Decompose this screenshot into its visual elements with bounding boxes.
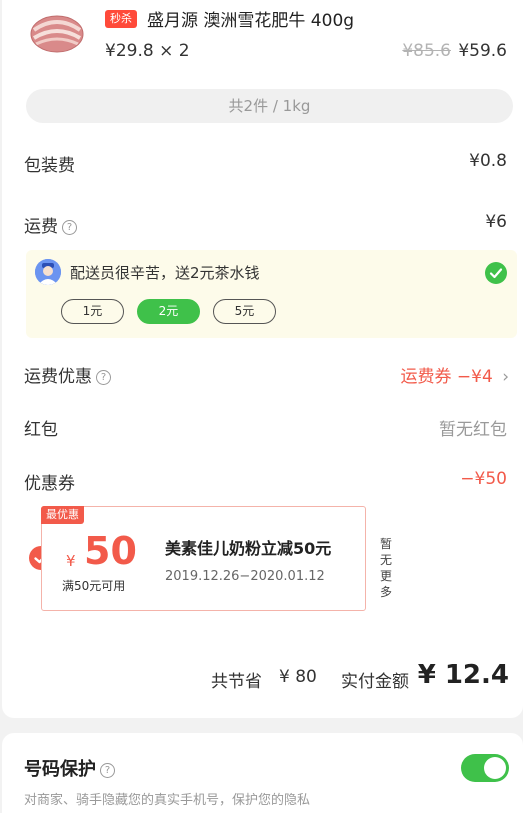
help-icon[interactable]: ? <box>96 370 111 385</box>
delivery-coupon-text: 运费券 −¥4 <box>400 367 493 387</box>
red-packet-value[interactable]: 暂无红包 <box>439 415 507 440</box>
packaging-fee-label: 包装费 <box>24 156 75 176</box>
privacy-card: 号码保护? 对商家、骑手隐藏您的真实手机号，保护您的隐私 <box>2 733 523 813</box>
delivery-discount-label: 运费优惠 <box>24 367 92 387</box>
saved-value: ¥ 80 <box>279 667 317 687</box>
chevron-right-icon: › <box>502 367 509 387</box>
help-icon[interactable]: ? <box>100 763 115 778</box>
saved-label: 共节省 <box>211 672 262 692</box>
coupon-card[interactable]: 最优惠 ¥ 50 满50元可用 美素佳儿奶粉立减50元 2019.12.26−2… <box>41 506 366 611</box>
rider-tip-box: 配送员很辛苦，送2元茶水钱 1元 2元 5元 <box>26 250 517 338</box>
product-name[interactable]: 盛月源 澳洲雪花肥牛 400g <box>147 6 354 31</box>
rider-avatar-icon <box>35 259 61 285</box>
delivery-discount-value[interactable]: 运费券 −¥4 › <box>401 362 510 387</box>
coupon-value: −¥50 <box>460 469 507 489</box>
tip-text: 配送员很辛苦，送2元茶水钱 <box>70 264 260 282</box>
order-card: 秒杀 盛月源 澳洲雪花肥牛 400g ¥29.8 × 2 ¥85.6 ¥59.6… <box>2 0 523 718</box>
privacy-title-row: 号码保护? <box>24 755 115 781</box>
coupon-condition: 满50元可用 <box>62 579 126 593</box>
help-icon[interactable]: ? <box>62 220 77 235</box>
tip-option-5[interactable]: 5元 <box>213 299 276 324</box>
privacy-toggle[interactable] <box>461 754 509 782</box>
paid-amount: ¥ 12.4 <box>417 660 509 690</box>
privacy-description: 对商家、骑手隐藏您的真实手机号，保护您的隐私 <box>24 793 311 808</box>
delivery-fee-label: 运费 <box>24 217 58 237</box>
original-price: ¥85.6 <box>402 41 451 61</box>
tip-checked-icon[interactable] <box>485 262 507 284</box>
tip-option-1[interactable]: 1元 <box>61 299 124 324</box>
packaging-fee-value: ¥0.8 <box>469 151 507 171</box>
delivery-discount-row: 运费优惠? <box>24 362 111 387</box>
no-more-coupons: 暂无更多 <box>379 537 392 599</box>
coupon-amount: 50 <box>84 529 137 573</box>
best-coupon-badge: 最优惠 <box>41 506 84 524</box>
delivery-fee-row: 运费? <box>24 212 77 237</box>
unit-price-quantity: ¥29.8 × 2 <box>105 41 190 61</box>
tip-option-2[interactable]: 2元 <box>137 299 200 324</box>
coupon-validity: 2019.12.26−2020.01.12 <box>165 569 325 584</box>
coupon-currency: ¥ <box>66 552 76 570</box>
item-summary: 共2件 / 1kg <box>26 89 513 123</box>
toggle-knob <box>484 757 506 779</box>
flash-sale-badge: 秒杀 <box>105 10 137 28</box>
product-price: ¥59.6 <box>458 41 507 61</box>
paid-label: 实付金额 <box>341 672 409 692</box>
privacy-title: 号码保护 <box>24 759 96 780</box>
product-image <box>26 4 88 60</box>
coupon-title: 美素佳儿奶粉立减50元 <box>165 539 332 558</box>
red-packet-label: 红包 <box>24 420 58 440</box>
coupon-label: 优惠券 <box>24 474 75 494</box>
delivery-fee-value: ¥6 <box>485 212 507 232</box>
